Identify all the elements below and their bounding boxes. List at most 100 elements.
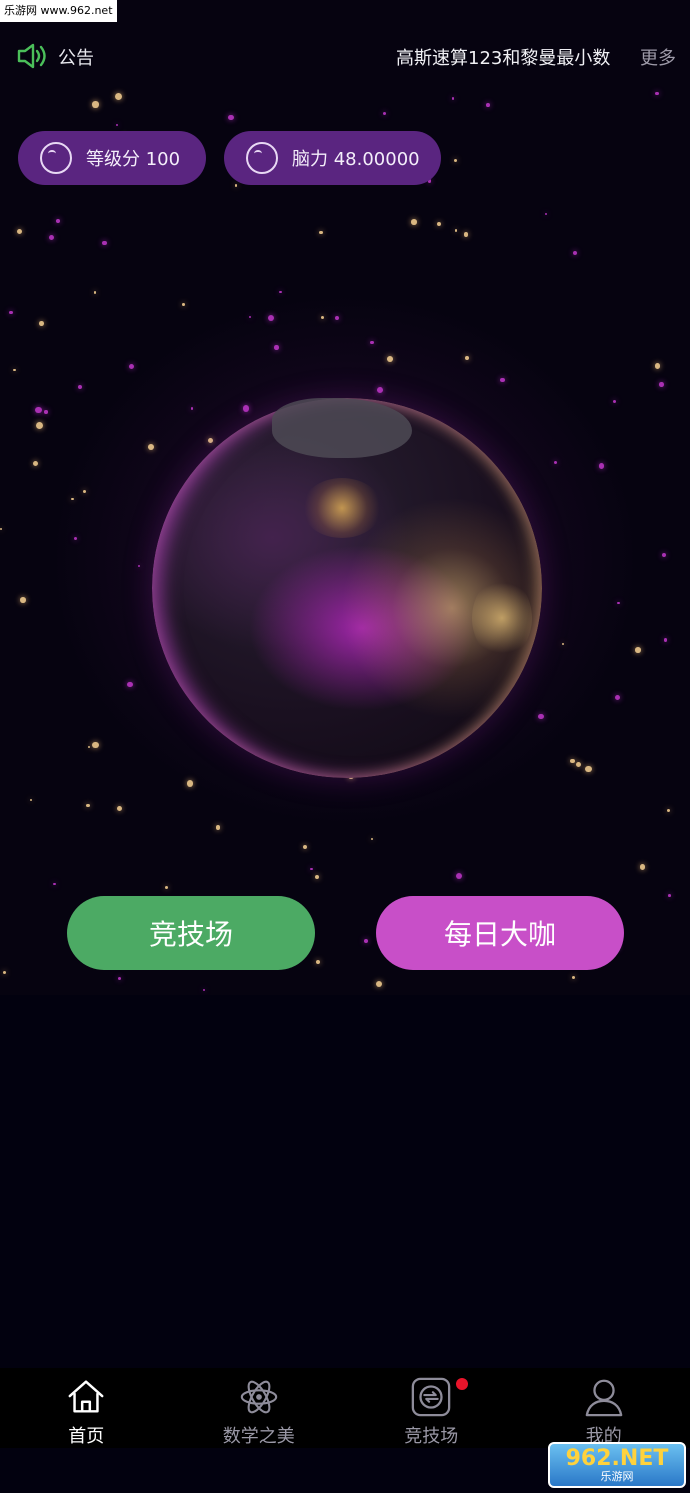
- star-dot: [320, 316, 325, 320]
- star-dot: [319, 230, 323, 235]
- star-dot: [182, 303, 185, 306]
- level-bubble-icon: [40, 142, 72, 174]
- star-dot: [454, 228, 458, 232]
- star-dot: [654, 363, 661, 369]
- star-dot: [215, 825, 221, 830]
- star-dot: [614, 694, 621, 701]
- star-dot: [668, 894, 671, 897]
- star-dot: [570, 758, 575, 764]
- star-dot: [571, 976, 575, 980]
- star-dot: [73, 536, 78, 540]
- star-dot: [87, 745, 90, 748]
- star-dot: [117, 977, 121, 981]
- notice-label: 公告: [58, 48, 94, 69]
- star-dot: [334, 315, 340, 321]
- star-dot: [370, 341, 374, 345]
- star-dot: [267, 314, 275, 322]
- arena-button[interactable]: 竞技场: [67, 896, 315, 970]
- star-dot: [662, 552, 666, 557]
- star-dot: [208, 437, 214, 444]
- star-dot: [92, 101, 99, 108]
- tab-home-label: 首页: [68, 1426, 105, 1447]
- star-dot: [410, 219, 417, 225]
- site-watermark-logo: 962.NET 乐游网: [548, 1442, 686, 1488]
- star-dot: [463, 232, 469, 237]
- star-dot: [92, 741, 100, 749]
- star-dot: [545, 212, 548, 215]
- star-dot: [0, 528, 3, 531]
- star-dot: [316, 960, 321, 965]
- star-dot: [274, 345, 279, 350]
- tab-mine[interactable]: 我的: [518, 1368, 690, 1448]
- notice-marquee[interactable]: 高斯速算123和黎曼最小数: [396, 44, 614, 70]
- star-dot: [186, 779, 194, 787]
- star-dot: [56, 219, 61, 224]
- star-dot: [190, 407, 194, 411]
- globe-landmass: [272, 398, 412, 458]
- star-dot: [500, 377, 505, 383]
- star-dot: [86, 803, 90, 808]
- tab-math-beauty[interactable]: 数学之美: [173, 1368, 346, 1448]
- tab-arena[interactable]: 竞技场: [345, 1368, 518, 1448]
- star-dot: [486, 103, 490, 107]
- star-dot: [126, 681, 133, 688]
- atom-icon: [240, 1380, 277, 1414]
- star-dot: [93, 291, 97, 294]
- watermark-brand-sub: 乐游网: [600, 1469, 634, 1483]
- tab-math-beauty-label: 数学之美: [222, 1426, 295, 1447]
- star-dot: [465, 356, 469, 360]
- star-dot: [655, 91, 660, 96]
- star-dot: [71, 498, 74, 501]
- bottom-tab-bar: 首页 数学之美 竞技场 我的: [0, 1368, 690, 1448]
- star-dot: [2, 970, 6, 974]
- star-dot: [302, 844, 307, 849]
- star-dot: [116, 123, 119, 126]
- arena-icon: [411, 1377, 451, 1417]
- brain-power-text: 脑力 48.00000: [292, 149, 420, 170]
- arena-notification-badge: [456, 1378, 468, 1390]
- star-dot: [35, 422, 43, 430]
- tab-arena-label: 竞技场: [404, 1426, 459, 1447]
- globe-image: [152, 398, 542, 778]
- star-dot: [35, 406, 43, 414]
- level-score-pill: 等级分 100: [18, 131, 206, 185]
- star-dot: [310, 867, 313, 870]
- notice-more-link[interactable]: 更多: [640, 44, 676, 70]
- notice-bar[interactable]: 公告 高斯速算123和黎曼最小数 更多: [0, 28, 690, 86]
- city-lights: [302, 478, 382, 538]
- star-dot: [598, 462, 605, 469]
- star-dot: [538, 713, 544, 720]
- star-dot: [9, 310, 13, 315]
- star-dot: [553, 460, 557, 464]
- star-dot: [576, 762, 582, 768]
- tab-home[interactable]: 首页: [0, 1368, 173, 1448]
- brain-planet-icon: [246, 142, 278, 174]
- star-dot: [44, 410, 48, 414]
- star-dot: [248, 315, 252, 319]
- star-dot: [77, 385, 82, 390]
- star-dot: [455, 872, 462, 879]
- star-dot: [387, 355, 394, 362]
- star-dot: [20, 597, 26, 603]
- star-dot: [29, 798, 33, 802]
- star-dot: [314, 875, 320, 880]
- star-dot: [370, 837, 374, 841]
- site-watermark-top: 乐游网 www.962.net: [0, 0, 117, 22]
- star-dot: [453, 158, 457, 163]
- star-dot: [561, 642, 565, 646]
- level-score-text: 等级分 100: [86, 149, 181, 170]
- star-dot: [377, 387, 384, 394]
- speaker-icon: [17, 43, 46, 69]
- star-dot: [115, 92, 123, 100]
- star-dot: [16, 229, 23, 235]
- star-dot: [364, 938, 369, 943]
- star-dot: [48, 235, 54, 241]
- daily-master-button[interactable]: 每日大咖: [376, 896, 624, 970]
- star-dot: [32, 461, 39, 467]
- star-dot: [451, 96, 455, 100]
- star-dot: [382, 111, 387, 116]
- star-dot: [616, 601, 620, 605]
- watermark-brand: 962.NET: [565, 1445, 669, 1471]
- star-dot: [572, 250, 577, 255]
- star-dot: [639, 864, 645, 870]
